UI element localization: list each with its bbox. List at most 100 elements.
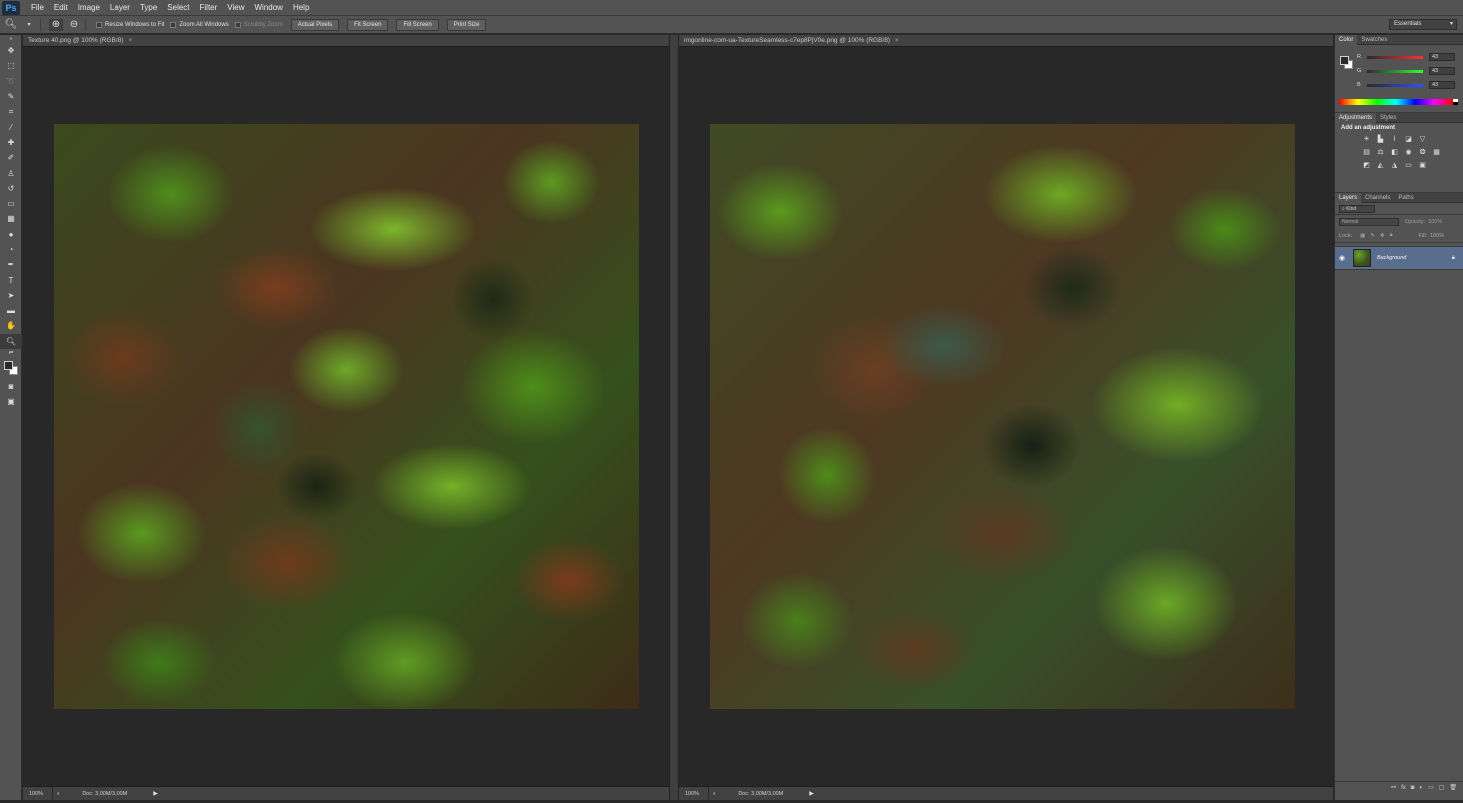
menu-select[interactable]: Select xyxy=(162,3,194,12)
actual-pixels-button[interactable]: Actual Pixels xyxy=(290,18,340,31)
zoom-all-windows-checkbox[interactable]: Zoom All Windows xyxy=(170,21,229,28)
gradient-tool-icon[interactable]: ▦ xyxy=(0,211,22,226)
tab-paths[interactable]: Paths xyxy=(1394,193,1417,203)
green-value-input[interactable]: 43 xyxy=(1429,67,1455,75)
curves-icon[interactable]: ⌇ xyxy=(1389,134,1400,144)
quick-mask-icon[interactable]: ◙ xyxy=(0,379,22,394)
dodge-tool-icon[interactable]: ◔ xyxy=(0,242,22,257)
green-slider[interactable] xyxy=(1367,69,1423,73)
foreground-color-swatch[interactable] xyxy=(4,360,13,370)
menu-file[interactable]: File xyxy=(26,3,49,12)
photo-filter-icon[interactable]: ◉ xyxy=(1403,147,1414,157)
layer-name[interactable]: Background xyxy=(1377,255,1452,261)
zoom-tool-icon[interactable]: 🔍︎ xyxy=(0,333,22,349)
screen-mode-icon[interactable]: ▣ xyxy=(0,394,22,409)
tab-swatches[interactable]: Swatches xyxy=(1357,35,1391,45)
black-white-picker[interactable] xyxy=(1453,99,1458,105)
layer-kind-filter[interactable]: ⌕ Kind xyxy=(1339,204,1375,213)
canvas-area[interactable] xyxy=(679,47,1333,786)
lock-all-icon[interactable]: 🔒︎ xyxy=(1390,232,1393,239)
blend-mode-select[interactable]: Normal xyxy=(1339,218,1399,226)
delete-layer-icon[interactable]: 🗑︎ xyxy=(1449,784,1457,791)
eye-icon[interactable]: ◉ xyxy=(1335,254,1349,262)
tab-color[interactable]: Color xyxy=(1335,34,1358,45)
checkbox-box[interactable] xyxy=(170,21,177,28)
close-icon[interactable]: × xyxy=(895,37,899,44)
zoom-out-icon[interactable]: ⊖ xyxy=(67,19,81,31)
menu-view[interactable]: View xyxy=(222,3,249,12)
eraser-tool-icon[interactable]: ▭ xyxy=(0,196,22,211)
swap-colors-icon[interactable]: ⇄ xyxy=(0,349,22,357)
color-balance-icon[interactable]: ⚖ xyxy=(1375,147,1386,157)
brightness-contrast-icon[interactable]: ☀ xyxy=(1361,134,1372,144)
brush-tool-icon[interactable]: ✐ xyxy=(0,150,22,165)
menu-window[interactable]: Window xyxy=(250,3,288,12)
black-white-icon[interactable]: ◧ xyxy=(1389,147,1400,157)
fill-screen-button[interactable]: Fill Screen xyxy=(396,18,439,31)
vibrance-icon[interactable]: ▽ xyxy=(1417,134,1428,144)
foreground-color-swatch[interactable] xyxy=(1340,56,1349,65)
hand-tool-icon[interactable]: ✋ xyxy=(0,318,22,333)
document-info-icon[interactable]: ◐ xyxy=(713,791,716,797)
document-info-icon[interactable]: ◐ xyxy=(57,791,60,797)
exposure-icon[interactable]: ◪ xyxy=(1403,134,1414,144)
history-brush-tool-icon[interactable]: ↺ xyxy=(0,181,22,196)
crop-tool-icon[interactable]: ⌗ xyxy=(0,104,22,119)
channel-mixer-icon[interactable]: ❂ xyxy=(1417,147,1428,157)
red-value-input[interactable]: 43 xyxy=(1429,53,1455,61)
path-selection-tool-icon[interactable]: ➤ xyxy=(0,288,22,303)
zoom-level[interactable]: 100% xyxy=(23,787,53,800)
tab-layers[interactable]: Layers xyxy=(1335,192,1362,203)
levels-icon[interactable]: ▙ xyxy=(1375,134,1386,144)
add-mask-icon[interactable]: ◙ xyxy=(1411,785,1415,791)
link-layers-icon[interactable]: ⚯ xyxy=(1391,784,1396,791)
invert-icon[interactable]: ◩ xyxy=(1361,160,1372,170)
lock-pixels-icon[interactable]: ✎ xyxy=(1370,233,1375,239)
document-tab-right[interactable]: imgonline-com-ua-TextureSeamless-c7ep8Pj… xyxy=(679,35,1333,47)
menu-help[interactable]: Help xyxy=(288,3,314,12)
type-tool-icon[interactable]: T xyxy=(0,272,22,287)
clone-stamp-tool-icon[interactable]: ♙ xyxy=(0,165,22,180)
posterize-icon[interactable]: ◭ xyxy=(1375,160,1386,170)
panel-collapse-icon[interactable]: » xyxy=(0,35,22,43)
play-arrow-icon[interactable]: ▶ xyxy=(809,790,814,797)
checkbox-box[interactable] xyxy=(234,21,241,28)
quick-selection-tool-icon[interactable]: ✎ xyxy=(0,89,22,104)
blur-tool-icon[interactable]: ● xyxy=(0,227,22,242)
lock-transparent-icon[interactable]: ▦ xyxy=(1360,233,1365,239)
scrubby-zoom-checkbox[interactable]: Scrubby Zoom xyxy=(234,21,283,28)
pen-tool-icon[interactable]: ✒ xyxy=(0,257,22,272)
move-tool-icon[interactable]: ✥ xyxy=(0,43,22,58)
new-group-icon[interactable]: ▭ xyxy=(1428,784,1434,791)
opacity-input[interactable]: 100% xyxy=(1428,219,1442,225)
new-layer-icon[interactable]: ▢ xyxy=(1439,784,1445,791)
color-swatches[interactable] xyxy=(0,357,21,379)
lasso-tool-icon[interactable]: ➰ xyxy=(0,74,22,89)
menu-layer[interactable]: Layer xyxy=(105,3,135,12)
color-lookup-icon[interactable]: ▦ xyxy=(1431,147,1442,157)
document-tab-left[interactable]: Texture 40.png @ 100% (RGB/8) × xyxy=(23,35,669,47)
zoom-in-icon[interactable]: ⊕ xyxy=(49,18,63,31)
eyedropper-tool-icon[interactable]: ⁄ xyxy=(0,119,22,134)
print-size-button[interactable]: Print Size xyxy=(446,18,487,31)
menu-edit[interactable]: Edit xyxy=(49,3,73,12)
menu-filter[interactable]: Filter xyxy=(195,3,223,12)
shape-tool-icon[interactable]: ▬ xyxy=(0,303,22,318)
close-icon[interactable]: × xyxy=(128,37,132,44)
menu-image[interactable]: Image xyxy=(73,3,105,12)
color-spectrum[interactable] xyxy=(1339,99,1453,105)
canvas-area[interactable] xyxy=(23,47,669,786)
workspace-selector[interactable]: Essentials ▾ xyxy=(1389,19,1457,30)
layer-style-icon[interactable]: fx xyxy=(1401,785,1406,791)
tab-channels[interactable]: Channels xyxy=(1361,193,1394,203)
zoom-tool-icon[interactable]: 🔍︎ xyxy=(4,19,18,31)
new-adjustment-icon[interactable]: ◐ xyxy=(1419,785,1423,791)
zoom-level[interactable]: 100% xyxy=(679,787,709,800)
fit-screen-button[interactable]: Fit Screen xyxy=(347,18,389,31)
blue-value-input[interactable]: 43 xyxy=(1429,81,1455,89)
window-divider[interactable] xyxy=(669,35,679,800)
marquee-tool-icon[interactable]: ⬚ xyxy=(0,58,22,73)
resize-windows-checkbox[interactable]: Resize Windows to Fit xyxy=(96,21,164,28)
selective-color-icon[interactable]: ▣ xyxy=(1417,160,1428,170)
threshold-icon[interactable]: ◮ xyxy=(1389,160,1400,170)
